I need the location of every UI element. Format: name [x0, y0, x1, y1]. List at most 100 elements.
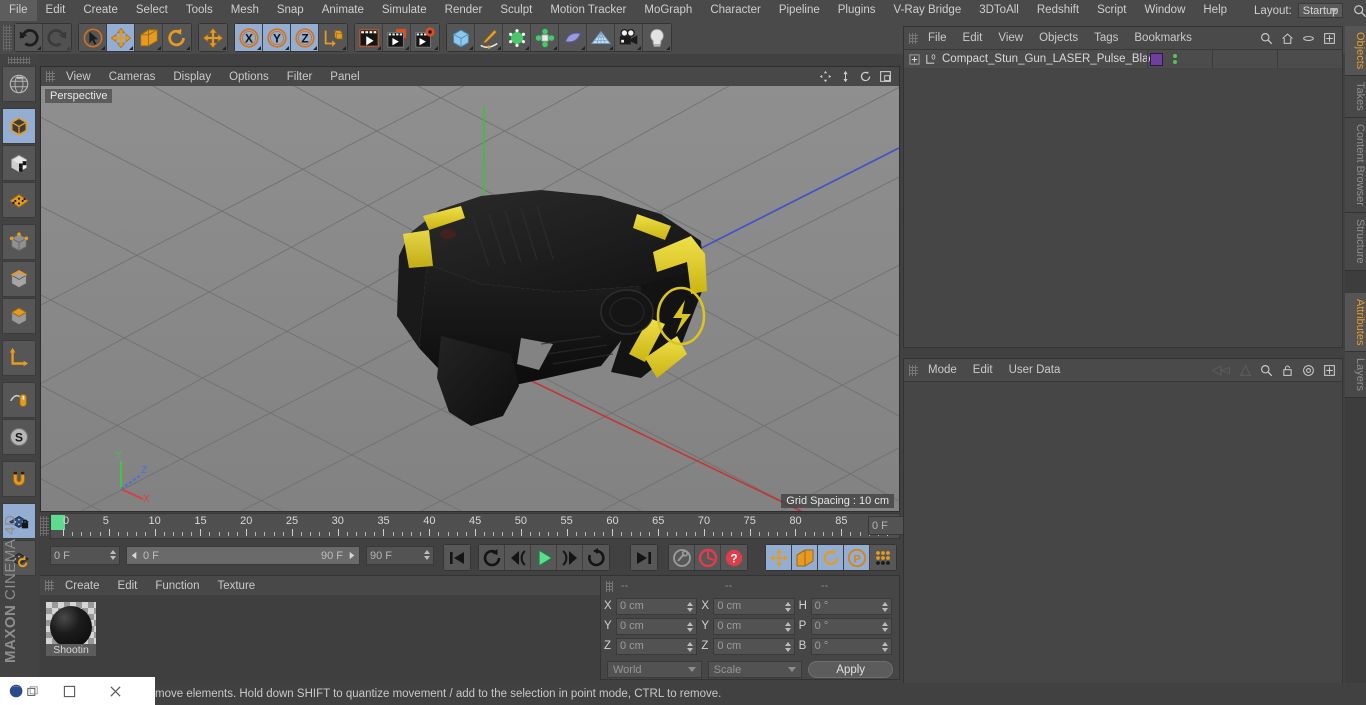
menu-item-v-ray-bridge[interactable]: V-Ray Bridge: [884, 0, 970, 21]
search-icon[interactable]: [1260, 32, 1273, 45]
attributes-content[interactable]: [904, 382, 1342, 702]
viewport-menu-panel[interactable]: Panel: [321, 71, 368, 83]
menu-item-redshift[interactable]: Redshift: [1028, 0, 1088, 21]
menu-item-window[interactable]: Window: [1135, 0, 1194, 21]
menu-item-simulate[interactable]: Simulate: [373, 0, 436, 21]
object-menu-bookmarks[interactable]: Bookmarks: [1126, 32, 1200, 44]
attributes-menu-user-data[interactable]: User Data: [1001, 364, 1069, 376]
visibility-dots-icon[interactable]: [1173, 54, 1177, 64]
taskbar-close-button[interactable]: [92, 677, 138, 705]
home-icon[interactable]: [1281, 32, 1294, 45]
stepper-icon[interactable]: [784, 641, 791, 652]
edges-mode-button[interactable]: [2, 261, 36, 297]
object-name[interactable]: Compact_Stun_Gun_LASER_Pulse_Black: [942, 53, 1160, 65]
size-y-input[interactable]: 0 cm: [713, 617, 795, 635]
object-menu-objects[interactable]: Objects: [1031, 32, 1086, 44]
redo-button[interactable]: [43, 24, 71, 51]
make-editable-viewport-button[interactable]: [2, 66, 36, 102]
material-menu-edit[interactable]: Edit: [109, 580, 147, 592]
menu-item-tools[interactable]: Tools: [177, 0, 222, 21]
object-menu-file[interactable]: File: [920, 32, 955, 44]
menu-item-motion-tracker[interactable]: Motion Tracker: [541, 0, 635, 21]
viewport-menu-options[interactable]: Options: [220, 71, 278, 83]
material-tag-icon[interactable]: [1150, 53, 1163, 66]
material-name[interactable]: Shootin: [46, 644, 96, 656]
menu-item-animate[interactable]: Animate: [313, 0, 373, 21]
add-camera-button[interactable]: [615, 24, 643, 51]
play-backwards-button[interactable]: [479, 545, 505, 570]
points-mode-button[interactable]: [2, 224, 36, 260]
model-mode-button[interactable]: [2, 108, 36, 144]
menu-item-pipeline[interactable]: Pipeline: [770, 0, 829, 21]
menu-item-render[interactable]: Render: [436, 0, 492, 21]
position-x-input[interactable]: 0 cm: [616, 597, 698, 615]
previous-frame-button[interactable]: [505, 545, 531, 570]
soft-selection-button[interactable]: S: [2, 419, 36, 455]
expand-icon[interactable]: [1323, 32, 1336, 45]
enable-axis-modification-button[interactable]: [2, 340, 36, 376]
viewport-canvas[interactable]: Perspective Grid Spacing : 10 cm Y X Z: [41, 86, 899, 511]
menu-item-file[interactable]: File: [0, 0, 37, 21]
tab-content-browser[interactable]: Content Browser: [1345, 118, 1366, 213]
play-button[interactable]: [531, 545, 557, 570]
viewport-menu-cameras[interactable]: Cameras: [100, 71, 165, 83]
viewport-menu-view[interactable]: View: [57, 71, 100, 83]
timeline-ruler[interactable]: 051015202530354045505560657075808590: [50, 513, 900, 539]
material-grip[interactable]: [45, 580, 54, 591]
viewport-grip[interactable]: [46, 71, 55, 82]
texture-mode-button[interactable]: [2, 145, 36, 181]
loop-button[interactable]: [583, 545, 609, 570]
parameter-key-button[interactable]: P: [844, 545, 870, 570]
expand-icon[interactable]: [1323, 364, 1336, 377]
move-button[interactable]: [199, 24, 227, 51]
material-menu-function[interactable]: Function: [146, 580, 208, 592]
maximize-view-icon[interactable]: [879, 70, 892, 83]
stepper-icon[interactable]: [881, 621, 888, 632]
eye-icon[interactable]: [1302, 32, 1315, 45]
position-z-input[interactable]: 0 cm: [616, 637, 698, 655]
stepper-icon[interactable]: [110, 550, 116, 560]
tab-takes[interactable]: Takes: [1345, 76, 1366, 119]
world-object-coordinates-button[interactable]: [319, 24, 347, 51]
z-axis-button[interactable]: Z: [291, 24, 319, 51]
viewport-solo-single-button[interactable]: [2, 382, 36, 418]
viewport-menu-filter[interactable]: Filter: [278, 71, 322, 83]
range-right-arrow-icon[interactable]: [347, 551, 356, 560]
lock-icon[interactable]: [1281, 364, 1294, 377]
menu-item-create[interactable]: Create: [74, 0, 127, 21]
null-object-icon[interactable]: 0: [924, 53, 937, 66]
rotation-b-input[interactable]: 0 °: [810, 637, 892, 655]
object-menu-view[interactable]: View: [990, 32, 1031, 44]
pla-key-button[interactable]: [870, 545, 896, 570]
layout-dropdown[interactable]: Startup: [1297, 3, 1344, 18]
object-row[interactable]: 0 Compact_Stun_Gun_LASER_Pulse_Black: [904, 50, 1342, 69]
search-icon[interactable]: [1353, 4, 1366, 18]
position-y-input[interactable]: 0 cm: [616, 617, 698, 635]
tab-layers[interactable]: Layers: [1345, 352, 1366, 399]
timeline-grip[interactable]: [40, 516, 49, 536]
position-key-button[interactable]: [766, 545, 792, 570]
undo-button[interactable]: [15, 24, 43, 51]
add-cube-object-button[interactable]: [447, 24, 475, 51]
menu-item-mograph[interactable]: MoGraph: [635, 0, 701, 21]
add-light-button[interactable]: [643, 24, 671, 51]
next-frame-button[interactable]: [557, 545, 583, 570]
left-toolbar-grip[interactable]: [8, 57, 30, 64]
menu-item-snap[interactable]: Snap: [268, 0, 313, 21]
x-axis-button[interactable]: X: [235, 24, 263, 51]
menu-item-edit[interactable]: Edit: [37, 0, 75, 21]
attributes-menu-mode[interactable]: Mode: [920, 364, 965, 376]
target-icon[interactable]: [1302, 364, 1315, 377]
stepper-icon[interactable]: [881, 601, 888, 612]
coordinate-mode-dropdown[interactable]: Scale: [707, 661, 803, 678]
move-button[interactable]: [107, 24, 135, 51]
tab-objects[interactable]: Objects: [1345, 26, 1366, 77]
expand-tree-icon[interactable]: [909, 53, 920, 65]
object-menu-tags[interactable]: Tags: [1086, 32, 1126, 44]
apply-button[interactable]: Apply: [808, 661, 894, 678]
stepper-icon[interactable]: [687, 601, 694, 612]
menu-item-sculpt[interactable]: Sculpt: [491, 0, 541, 21]
zoom-view-icon[interactable]: [839, 70, 852, 83]
mograph-icon[interactable]: [1239, 363, 1252, 377]
scale-key-button[interactable]: [792, 545, 818, 570]
